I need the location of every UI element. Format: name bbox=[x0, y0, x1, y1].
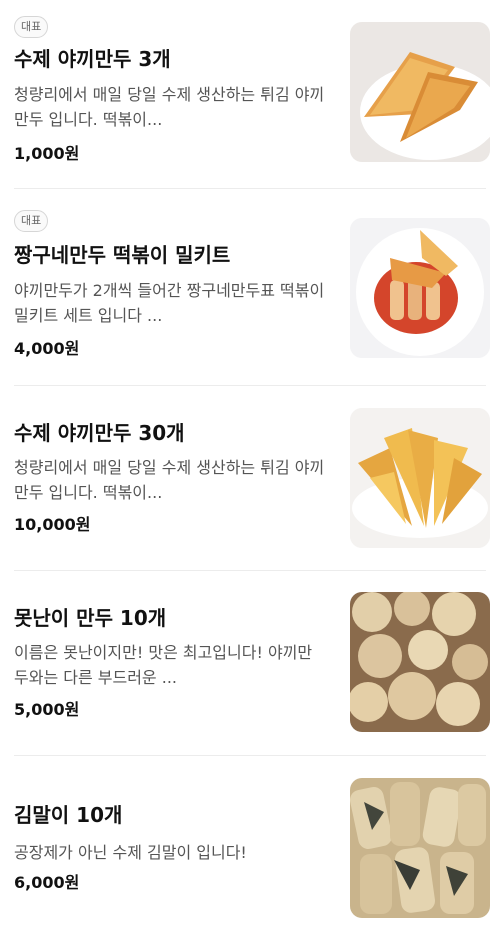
divider bbox=[14, 188, 486, 189]
menu-item-price: 1,000원 bbox=[14, 144, 80, 163]
menu-item-price: 6,000원 bbox=[14, 873, 80, 892]
menu-item-image bbox=[350, 408, 490, 548]
menu-item-name: 김말이 10개 bbox=[14, 803, 123, 827]
menu-item-price: 10,000원 bbox=[14, 515, 91, 534]
menu-item-image bbox=[350, 218, 490, 358]
menu-item[interactable]: 대표 짱구네만두 떡볶이 밀키트 야끼만두가 2개씩 들어간 짱구네만두표 떡볶… bbox=[0, 190, 500, 376]
menu-item[interactable]: 못난이 만두 10개 이름은 못난이지만! 맛은 최고입니다! 야끼만두와는 다… bbox=[0, 571, 500, 757]
menu-item-description: 공장제가 아닌 수제 김말이 입니다! bbox=[14, 843, 247, 862]
menu-item-name: 짱구네만두 떡볶이 밀키트 bbox=[14, 243, 231, 267]
menu-item-price: 5,000원 bbox=[14, 700, 80, 719]
menu-item-image bbox=[350, 22, 490, 162]
menu-item-name: 못난이 만두 10개 bbox=[14, 606, 167, 630]
menu-item[interactable]: 김말이 10개 공장제가 아닌 수제 김말이 입니다! 6,000원 bbox=[0, 756, 500, 942]
menu-item-description: 청량리에서 매일 당일 수제 생산하는 튀김 야끼만두 입니다. 떡볶이... bbox=[14, 85, 325, 129]
menu-item-price: 4,000원 bbox=[14, 339, 80, 358]
signature-badge: 대표 bbox=[14, 210, 49, 232]
menu-item-name: 수제 야끼만두 30개 bbox=[14, 421, 185, 445]
menu-item-image bbox=[350, 778, 490, 918]
menu-item[interactable]: 대표 수제 야끼만두 3개 청량리에서 매일 당일 수제 생산하는 튀김 야끼만… bbox=[0, 0, 500, 186]
menu-item-description: 청량리에서 매일 당일 수제 생산하는 튀김 야끼만두 입니다. 떡볶이... bbox=[14, 458, 325, 502]
menu-item[interactable]: 수제 야끼만두 30개 청량리에서 매일 당일 수제 생산하는 튀김 야끼만두 … bbox=[0, 386, 500, 572]
signature-badge: 대표 bbox=[14, 16, 49, 38]
menu-item-description: 이름은 못난이지만! 맛은 최고입니다! 야끼만두와는 다른 부드러운 ... bbox=[14, 643, 313, 687]
menu-item-image bbox=[350, 592, 490, 732]
menu-list: 대표 수제 야끼만두 3개 청량리에서 매일 당일 수제 생산하는 튀김 야끼만… bbox=[0, 0, 500, 931]
menu-item-description: 야끼만두가 2개씩 들어간 짱구네만두표 떡볶이 밀키트 세트 입니다 ... bbox=[14, 281, 325, 325]
menu-item-name: 수제 야끼만두 3개 bbox=[14, 47, 171, 71]
